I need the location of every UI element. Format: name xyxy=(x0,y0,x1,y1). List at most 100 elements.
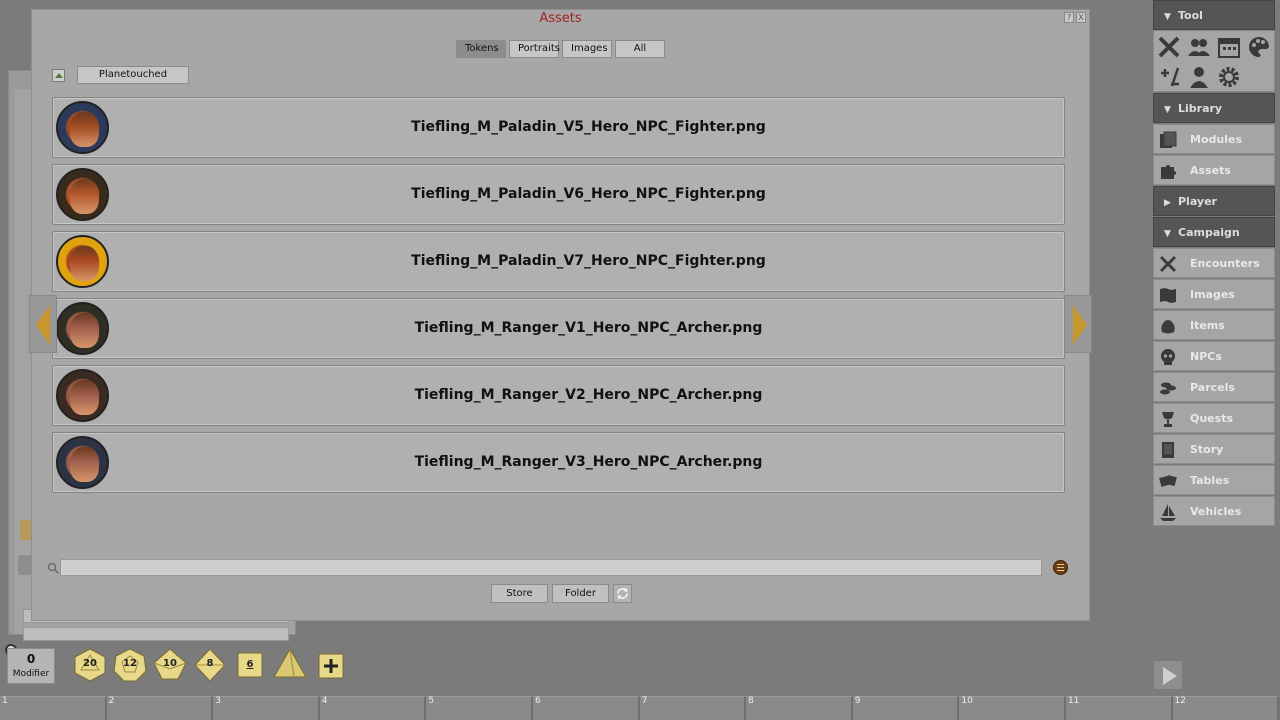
die-label: 12 xyxy=(123,658,137,669)
sidebar-item-label: Modules xyxy=(1190,133,1242,146)
modifiers-icon[interactable] xyxy=(1156,64,1182,90)
encounters-icon xyxy=(1159,255,1177,273)
images-icon xyxy=(1160,288,1176,303)
tab-images[interactable]: Images xyxy=(562,40,612,58)
die-label: 20 xyxy=(83,658,97,669)
hotbar-slot[interactable]: 9 xyxy=(852,696,960,720)
tab-all[interactable]: All xyxy=(615,40,665,58)
d6-die-icon[interactable]: 6 xyxy=(232,647,268,683)
next-page-arrow-icon[interactable] xyxy=(1064,295,1092,353)
calendar-icon[interactable] xyxy=(1216,34,1242,60)
d10-die-icon[interactable]: 10 xyxy=(152,647,188,683)
asset-filename: Tiefling_M_Ranger_V1_Hero_NPC_Archer.png xyxy=(414,320,763,336)
die-label: 8 xyxy=(206,658,214,669)
hotbar-slot-number: 4 xyxy=(321,696,328,706)
d4-die-icon[interactable] xyxy=(272,647,308,683)
current-folder-button[interactable]: Planetouched xyxy=(77,66,189,84)
modifier-box[interactable]: 0 Modifier xyxy=(7,648,55,684)
sidebar-item-label: Quests xyxy=(1190,412,1233,425)
color-palette-icon[interactable] xyxy=(1246,34,1272,60)
hotbar-slot[interactable]: 7 xyxy=(639,696,747,720)
hotbar-slot[interactable]: 3 xyxy=(213,696,320,720)
npcs-icon xyxy=(1161,349,1175,365)
story-icon xyxy=(1162,442,1174,458)
sidebar-item-modules[interactable]: Modules xyxy=(1153,124,1275,154)
asset-row[interactable]: Tiefling_M_Ranger_V2_Hero_NPC_Archer.png xyxy=(52,365,1065,426)
asset-filename: Tiefling_M_Paladin_V5_Hero_NPC_Fighter.p… xyxy=(411,119,766,135)
hotbar-slot-number: 12 xyxy=(1174,696,1186,706)
asset-row[interactable]: Tiefling_M_Paladin_V6_Hero_NPC_Fighter.p… xyxy=(52,164,1065,225)
token-portrait xyxy=(70,447,99,482)
combat-tracker-icon[interactable] xyxy=(1156,34,1182,60)
asset-row[interactable]: Tiefling_M_Paladin_V5_Hero_NPC_Fighter.p… xyxy=(52,97,1065,158)
sidebar-item-images[interactable]: Images xyxy=(1153,279,1275,309)
sidebar-header-tool[interactable]: ▼ Tool xyxy=(1153,0,1275,30)
store-button[interactable]: Store xyxy=(491,584,548,603)
folder-button[interactable]: Folder xyxy=(552,584,609,603)
hotbar-slot[interactable]: 1 xyxy=(0,696,107,720)
hotbar-slot-number: 5 xyxy=(428,696,435,706)
folder-up-icon[interactable] xyxy=(52,69,65,82)
die-label: 10 xyxy=(163,658,177,669)
sidebar-header-label: Player xyxy=(1178,195,1217,208)
modifier-value: 0 xyxy=(26,652,36,666)
token-thumbnail xyxy=(56,168,109,221)
previous-page-arrow-icon[interactable] xyxy=(29,295,57,353)
hotbar-slot[interactable]: 10 xyxy=(959,696,1066,720)
settings-gear-icon[interactable] xyxy=(1216,64,1242,90)
asset-row[interactable]: Tiefling_M_Ranger_V3_Hero_NPC_Archer.png xyxy=(52,432,1065,493)
hotbar-slot-number: 2 xyxy=(108,696,115,706)
asset-filename: Tiefling_M_Ranger_V2_Hero_NPC_Archer.png xyxy=(414,387,763,403)
d12-die-icon[interactable]: 12 xyxy=(112,647,148,683)
sidebar-item-items[interactable]: Items xyxy=(1153,310,1275,340)
tab-portraits[interactable]: Portraits xyxy=(509,40,560,58)
token-thumbnail xyxy=(56,369,109,422)
sidebar-item-story[interactable]: Story xyxy=(1153,434,1275,464)
search-input[interactable] xyxy=(60,559,1042,576)
items-icon xyxy=(1161,320,1175,334)
play-icon[interactable] xyxy=(1153,660,1183,690)
sidebar-item-npcs[interactable]: NPCs xyxy=(1153,341,1275,371)
sidebar-item-label: Assets xyxy=(1190,164,1231,177)
sidebar-item-parcels[interactable]: Parcels xyxy=(1153,372,1275,402)
hotbar-slot-number: 11 xyxy=(1067,696,1080,706)
refresh-icon[interactable] xyxy=(613,584,632,603)
hotbar-slot[interactable]: 12 xyxy=(1172,696,1280,720)
hotbar-slot-number: 1 xyxy=(2,696,8,706)
hotbar-slot[interactable]: 8 xyxy=(746,696,853,720)
hotbar-slot[interactable]: 5 xyxy=(426,696,533,720)
character-selection-icon[interactable] xyxy=(1186,64,1212,90)
menu-icon[interactable] xyxy=(1053,560,1068,575)
sidebar-item-tables[interactable]: Tables xyxy=(1153,465,1275,495)
d8-die-icon[interactable]: 8 xyxy=(192,647,228,683)
hotbar-slot[interactable]: 2 xyxy=(106,696,214,720)
help-button[interactable]: ? xyxy=(1064,12,1074,23)
hotbar-slot-number: 7 xyxy=(641,696,648,706)
hotbar-slot[interactable]: 6 xyxy=(532,696,640,720)
close-button[interactable]: X xyxy=(1076,12,1086,23)
add-die-icon[interactable] xyxy=(312,647,348,683)
hotbar-slot-number: 10 xyxy=(961,696,973,706)
token-thumbnail xyxy=(56,436,109,489)
sidebar-item-quests[interactable]: Quests xyxy=(1153,403,1275,433)
background-field xyxy=(23,627,289,641)
hotbar-slot-number: 8 xyxy=(748,696,754,706)
filter-tabs: Tokens Portraits Images All xyxy=(32,40,1089,58)
tab-tokens[interactable]: Tokens xyxy=(456,40,506,58)
sidebar-header-campaign[interactable]: ▼ Campaign xyxy=(1153,217,1275,247)
party-sheet-icon[interactable] xyxy=(1186,34,1212,60)
sidebar-item-vehicles[interactable]: Vehicles xyxy=(1153,496,1275,526)
sidebar-item-encounters[interactable]: Encounters xyxy=(1153,248,1275,278)
sidebar-item-label: Parcels xyxy=(1190,381,1235,394)
sidebar-header-player[interactable]: ▶ Player xyxy=(1153,186,1275,216)
sidebar-header-label: Campaign xyxy=(1178,226,1240,239)
hotbar-slot[interactable]: 4 xyxy=(319,696,427,720)
sidebar-header-library[interactable]: ▼ Library xyxy=(1153,93,1275,123)
token-portrait xyxy=(70,246,99,281)
asset-row[interactable]: Tiefling_M_Ranger_V1_Hero_NPC_Archer.png xyxy=(52,298,1065,359)
sidebar-item-assets[interactable]: Assets xyxy=(1153,155,1275,185)
asset-row[interactable]: Tiefling_M_Paladin_V7_Hero_NPC_Fighter.p… xyxy=(52,231,1065,292)
asset-filename: Tiefling_M_Paladin_V7_Hero_NPC_Fighter.p… xyxy=(411,253,766,269)
d20-die-icon[interactable]: 20 xyxy=(72,647,108,683)
hotbar-slot[interactable]: 11 xyxy=(1065,696,1173,720)
